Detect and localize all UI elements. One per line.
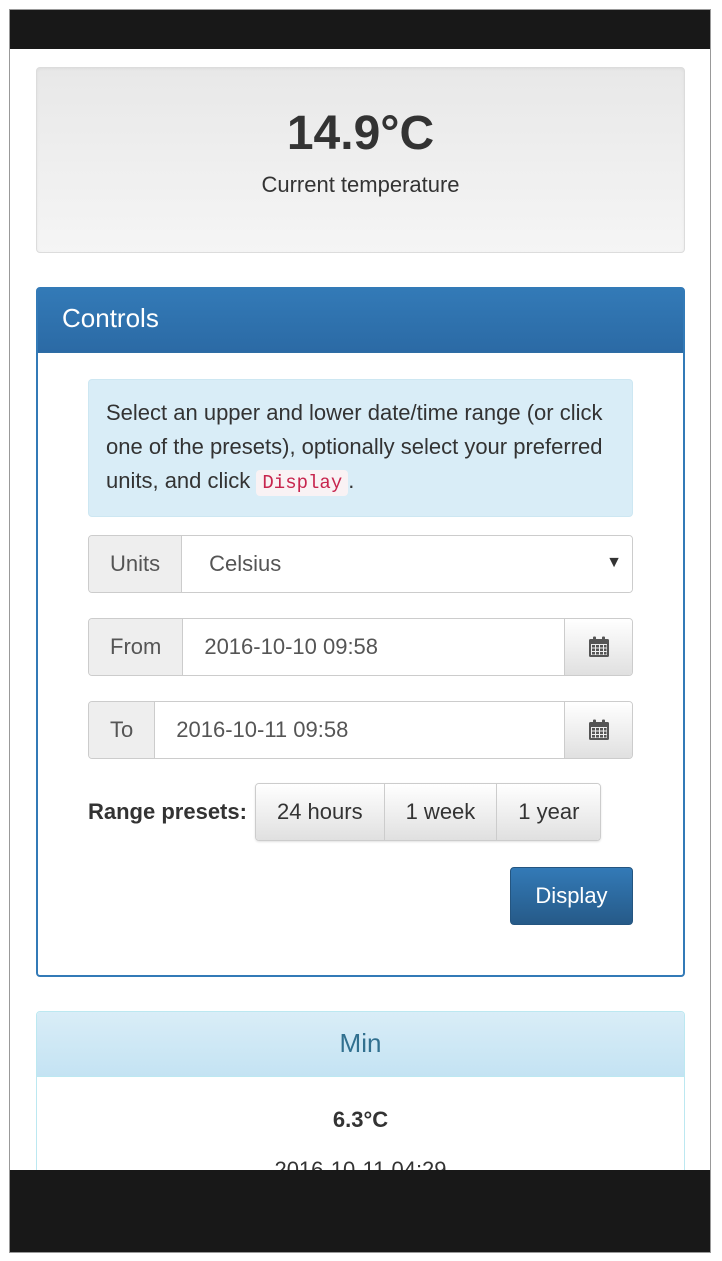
to-calendar-button[interactable] [564,702,632,758]
help-code-display: Display [256,470,349,496]
range-presets: Range presets: 24 hours 1 week 1 year [88,783,602,841]
preset-24-hours-button[interactable]: 24 hours [255,784,385,840]
page-viewport[interactable]: 14.9°C Current temperature Controls Sele… [10,49,710,1172]
top-status-bar [10,10,710,49]
current-temperature-label: Current temperature [261,172,460,197]
from-date-group: From 2016-10-10 09:58 [88,618,633,676]
preset-1-week-button[interactable]: 1 week [384,784,498,840]
chevron-down-icon: ▼ [606,554,622,571]
from-label: From [89,619,184,675]
display-button[interactable]: Display [510,867,633,925]
units-select-group: Units Celsius ▼ [88,535,633,593]
current-temperature-card: 14.9°C Current temperature [36,67,685,253]
calendar-icon [588,719,609,740]
to-label: To [89,702,156,758]
calendar-icon [588,636,609,657]
browser-frame: 14.9°C Current temperature Controls Sele… [9,9,711,1253]
to-date-group: To 2016-10-11 09:58 [88,701,633,759]
min-panel-title: Min [37,1012,684,1077]
controls-panel-title: Controls [38,289,683,353]
help-alert: Select an upper and lower date/time rang… [88,379,633,517]
to-date-input[interactable]: 2016-10-11 09:58 [155,702,564,758]
units-selected-value: Celsius [209,551,282,576]
from-calendar-button[interactable] [564,619,632,675]
min-temperature-value: 6.3°C [332,1107,389,1132]
bottom-navigation-bar [10,1170,710,1252]
from-date-input[interactable]: 2016-10-10 09:58 [183,619,564,675]
current-temperature-value: 14.9°C [286,107,435,160]
preset-1-year-button[interactable]: 1 year [497,784,601,840]
min-panel: Min 6.3°C 2016-10-11 04:29 [36,1011,685,1172]
units-label: Units [89,536,183,592]
help-text-end: . [348,468,355,493]
units-select[interactable]: Celsius ▼ [182,536,632,592]
range-presets-label: Range presets: [88,799,247,824]
controls-panel: Controls Select an upper and lower date/… [36,287,685,977]
preset-button-group: 24 hours 1 week 1 year [254,783,602,841]
